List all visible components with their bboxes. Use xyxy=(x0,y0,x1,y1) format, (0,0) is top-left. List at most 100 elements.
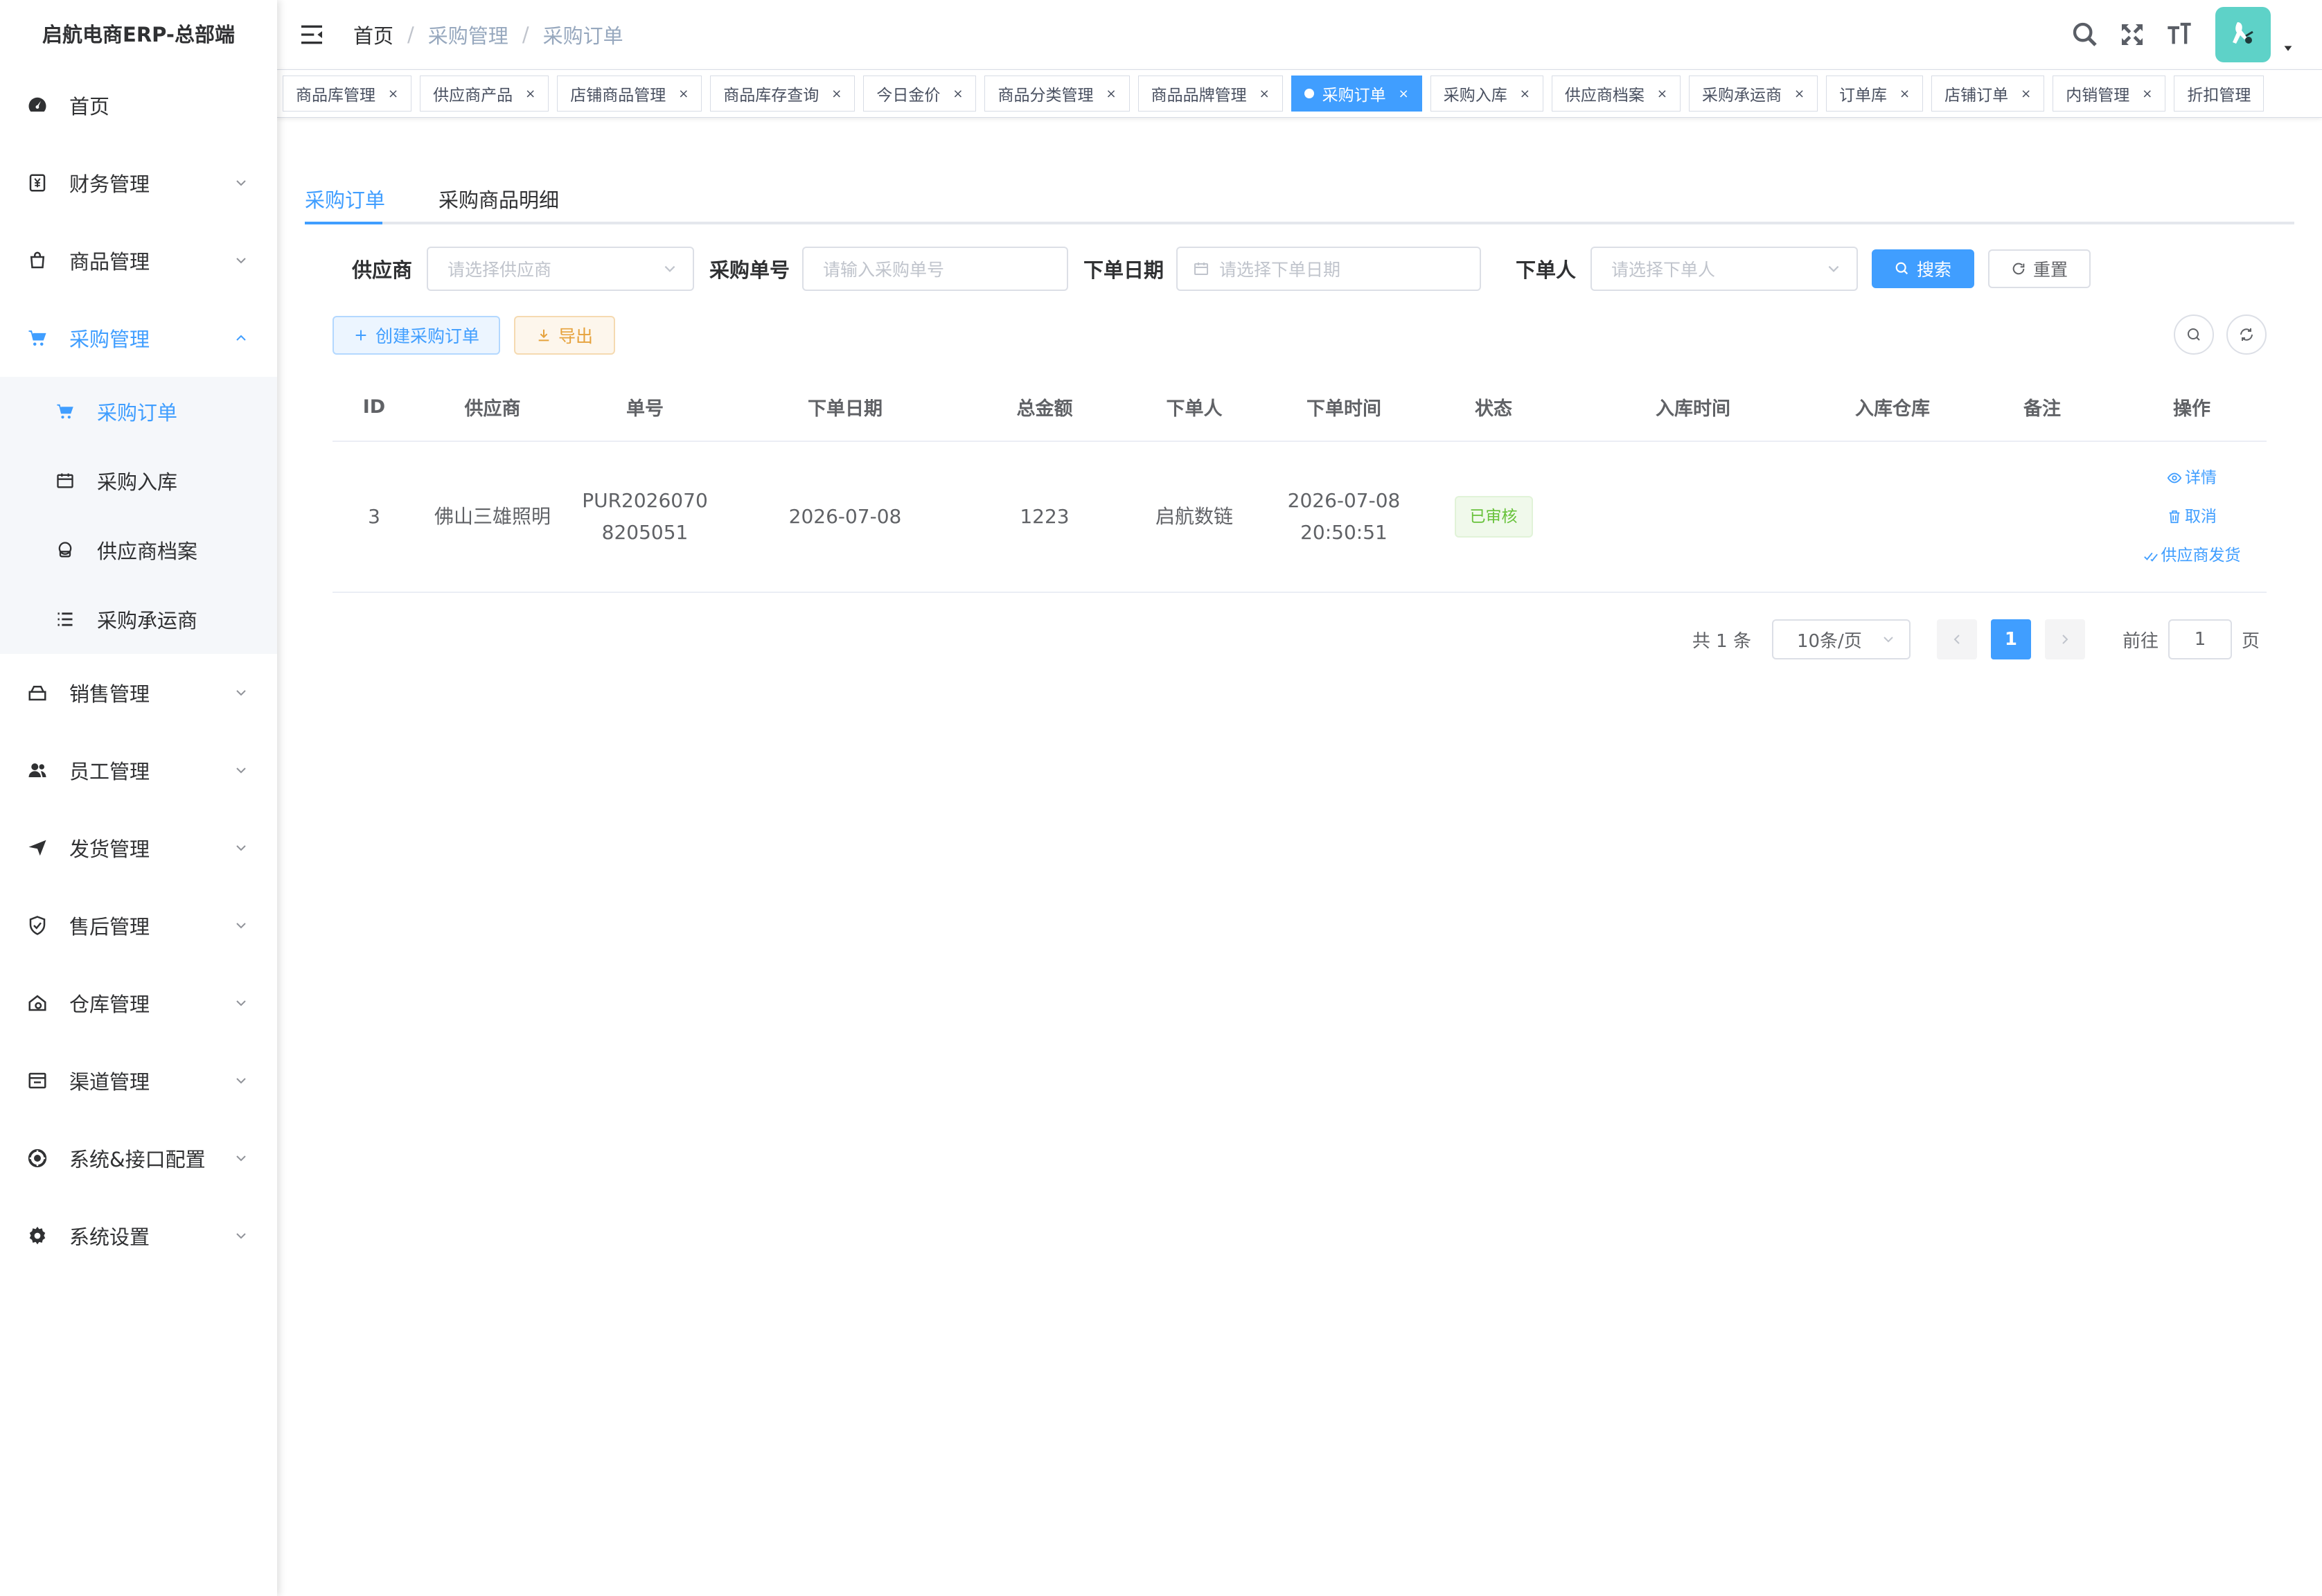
toggle-search-button[interactable] xyxy=(2174,314,2214,355)
search-icon[interactable] xyxy=(2070,19,2100,50)
plus-icon xyxy=(355,330,366,341)
close-icon[interactable]: × xyxy=(525,87,535,101)
sidebar-item-finance[interactable]: 财务管理 xyxy=(0,144,277,222)
sidebar-item-channel[interactable]: 渠道管理 xyxy=(0,1042,277,1119)
refresh-table-button[interactable] xyxy=(2226,314,2267,355)
close-icon[interactable]: × xyxy=(678,87,689,101)
sidebar-item-label: 销售管理 xyxy=(69,682,150,706)
sidebar-item-aftersale[interactable]: 售后管理 xyxy=(0,887,277,964)
sidebar-item-staff[interactable]: 员工管理 xyxy=(0,732,277,809)
sidebar-subitem-purchase-carrier[interactable]: 采购承运商 xyxy=(0,585,277,654)
tag-label: 商品分类管理 xyxy=(998,87,1094,105)
close-icon[interactable]: × xyxy=(388,87,398,101)
tab-purchase-item-details[interactable]: 采购商品明细 xyxy=(438,184,559,213)
close-icon[interactable]: × xyxy=(1259,87,1270,101)
chevron-down-icon xyxy=(236,923,246,929)
font-size-icon[interactable] xyxy=(2164,19,2195,50)
tag-supplier-products[interactable]: 供应商产品 × xyxy=(420,76,549,112)
close-icon[interactable]: × xyxy=(1106,87,1116,101)
reset-button[interactable]: 重置 xyxy=(1988,249,2091,288)
page-jumper: 前往 1 页 xyxy=(2122,619,2260,659)
close-icon[interactable]: × xyxy=(1899,87,1910,101)
goto-page-input[interactable]: 1 xyxy=(2168,619,2232,659)
tag-domestic-sales[interactable]: 内销管理 × xyxy=(2053,76,2166,112)
tag-category[interactable]: 商品分类管理 × xyxy=(984,76,1130,112)
detail-link[interactable]: 详情 xyxy=(2167,462,2217,494)
trash-icon xyxy=(2169,510,2180,524)
order-time-line: 2026-07-08 xyxy=(1287,489,1401,512)
col-header-order-time: 下单时间 xyxy=(1306,398,1381,420)
tag-purchase-order[interactable]: 采购订单 × xyxy=(1291,76,1422,112)
tag-brand[interactable]: 商品品牌管理 × xyxy=(1137,76,1283,112)
sidebar-item-system-settings[interactable]: 系统设置 xyxy=(0,1197,277,1275)
tab-purchase-orders[interactable]: 采购订单 xyxy=(305,184,385,213)
sidebar-item-system-config[interactable]: 系统&接口配置 xyxy=(0,1119,277,1197)
tag-shop-goods[interactable]: 店铺商品管理 × xyxy=(557,76,702,112)
cell-order-date: 2026-07-08 xyxy=(788,505,902,528)
cell-orderer: 启航数链 xyxy=(1155,505,1233,528)
sidebar-item-warehouse[interactable]: 仓库管理 xyxy=(0,964,277,1042)
active-tab-underline xyxy=(305,222,382,224)
sidebar-subitem-purchase-order[interactable]: 采购订单 xyxy=(0,377,277,446)
breadcrumb-home[interactable]: 首页 xyxy=(353,20,393,49)
export-button[interactable]: 导出 xyxy=(514,316,615,355)
tag-gold-price[interactable]: 今日金价 × xyxy=(863,76,977,112)
order-no-input[interactable]: 请输入采购单号 xyxy=(802,247,1068,291)
tag-order-library[interactable]: 订单库 × xyxy=(1826,76,1924,112)
sidebar-item-label: 商品管理 xyxy=(69,250,150,274)
menu-toggle-icon[interactable] xyxy=(298,21,326,48)
supplier-ship-link[interactable]: 供应商发货 xyxy=(2143,540,2241,571)
close-icon[interactable]: × xyxy=(2142,87,2152,101)
fullscreen-icon[interactable] xyxy=(2117,19,2147,50)
create-purchase-order-button[interactable]: 创建采购订单 xyxy=(333,316,500,355)
close-icon[interactable]: × xyxy=(1399,87,1409,101)
tag-discount[interactable]: 折扣管理 xyxy=(2174,76,2265,112)
supplier-select[interactable]: 请选择供应商 xyxy=(427,247,694,291)
chevron-up-icon xyxy=(236,335,246,341)
tag-stock-query[interactable]: 商品库存查询 × xyxy=(710,76,856,112)
tag-shop-orders[interactable]: 店铺订单 × xyxy=(1931,76,2045,112)
tag-goods-library[interactable]: 商品库管理 × xyxy=(283,76,412,112)
app-logo-title: 启航电商ERP-总部端 xyxy=(42,23,235,46)
avatar[interactable] xyxy=(2215,7,2271,62)
close-icon[interactable]: × xyxy=(1657,87,1667,101)
sidebar-item-goods[interactable]: 商品管理 xyxy=(0,222,277,299)
close-icon[interactable]: × xyxy=(1520,87,1530,101)
chevron-down-icon xyxy=(236,845,246,851)
tag-label: 采购入库 xyxy=(1443,87,1507,105)
sidebar-item-home[interactable]: 首页 xyxy=(0,66,277,144)
page-number-current[interactable]: 1 xyxy=(1990,619,2031,659)
active-dot xyxy=(1304,89,1314,98)
tag-purchase-carrier[interactable]: 采购承运商 × xyxy=(1688,76,1818,112)
close-icon[interactable]: × xyxy=(2021,87,2031,101)
goto-label: 前往 xyxy=(2122,630,2159,652)
goods-icon xyxy=(26,249,48,272)
sidebar-subitem-supplier-archive[interactable]: 供应商档案 xyxy=(0,515,277,585)
next-page-button[interactable] xyxy=(2044,619,2085,659)
dashboard-icon xyxy=(26,94,48,116)
prev-page-button[interactable] xyxy=(1936,619,1977,659)
sidebar-subitem-purchase-inbound[interactable]: 采购入库 xyxy=(0,446,277,515)
orderer-select[interactable]: 请选择下单人 xyxy=(1590,247,1858,291)
sidebar-item-purchase[interactable]: 采购管理 xyxy=(0,299,277,377)
search-button[interactable]: 搜索 xyxy=(1872,249,1974,288)
breadcrumb: 首页 / 采购管理 / 采购订单 xyxy=(353,20,623,49)
sidebar-item-shipping[interactable]: 发货管理 xyxy=(0,809,277,887)
cancel-link[interactable]: 取消 xyxy=(2167,501,2217,533)
sales-icon xyxy=(26,682,48,704)
chevron-left-icon xyxy=(1953,635,1960,644)
chevron-down-icon xyxy=(236,1233,246,1239)
close-icon[interactable]: × xyxy=(831,87,842,101)
tag-purchase-inbound[interactable]: 采购入库 × xyxy=(1430,76,1543,112)
close-icon[interactable]: × xyxy=(952,87,963,101)
tag-supplier-archive[interactable]: 供应商档案 × xyxy=(1551,76,1681,112)
order-date-picker[interactable]: 请选择下单日期 xyxy=(1176,247,1481,291)
sidebar-item-sales[interactable]: 销售管理 xyxy=(0,654,277,732)
supplier-ship-link-label: 供应商发货 xyxy=(2161,547,2241,565)
breadcrumb-purchase: 采购管理 xyxy=(427,24,508,48)
caret-down-icon[interactable] xyxy=(2282,42,2294,55)
close-icon[interactable]: × xyxy=(1794,87,1805,101)
config-icon xyxy=(26,1147,48,1169)
page-size-select[interactable]: 10条/页 xyxy=(1771,619,1911,659)
tag-label: 采购承运商 xyxy=(1701,87,1782,105)
